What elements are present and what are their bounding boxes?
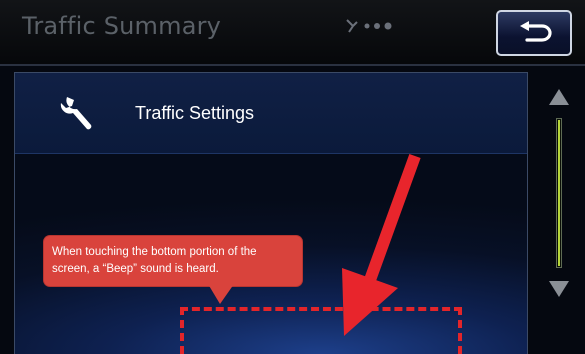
nav-screen: Traffic Summary Traffic Settings When to… (0, 0, 585, 354)
header-divider (0, 64, 585, 66)
wrench-icon (60, 97, 92, 130)
scroll-up-arrow-icon[interactable] (548, 88, 570, 106)
list-item-label: Traffic Settings (135, 103, 255, 123)
pointer-arrow-icon (342, 153, 421, 336)
list-item-traffic-settings[interactable]: Traffic Settings (15, 73, 527, 154)
scrollbar-track[interactable] (556, 118, 562, 268)
scrollbar-thumb[interactable] (558, 120, 560, 266)
back-button[interactable] (496, 10, 572, 56)
page-title: Traffic Summary (22, 12, 222, 40)
back-return-icon (520, 21, 552, 42)
header-bar: Traffic Summary (0, 0, 585, 64)
callout-tail (208, 284, 234, 304)
scroll-down-arrow-icon[interactable] (548, 280, 570, 298)
signal-status-icon (346, 19, 392, 33)
annotation-callout: When touching the bottom portion of the … (44, 236, 302, 286)
callout-text: When touching the bottom portion of the … (52, 246, 257, 275)
